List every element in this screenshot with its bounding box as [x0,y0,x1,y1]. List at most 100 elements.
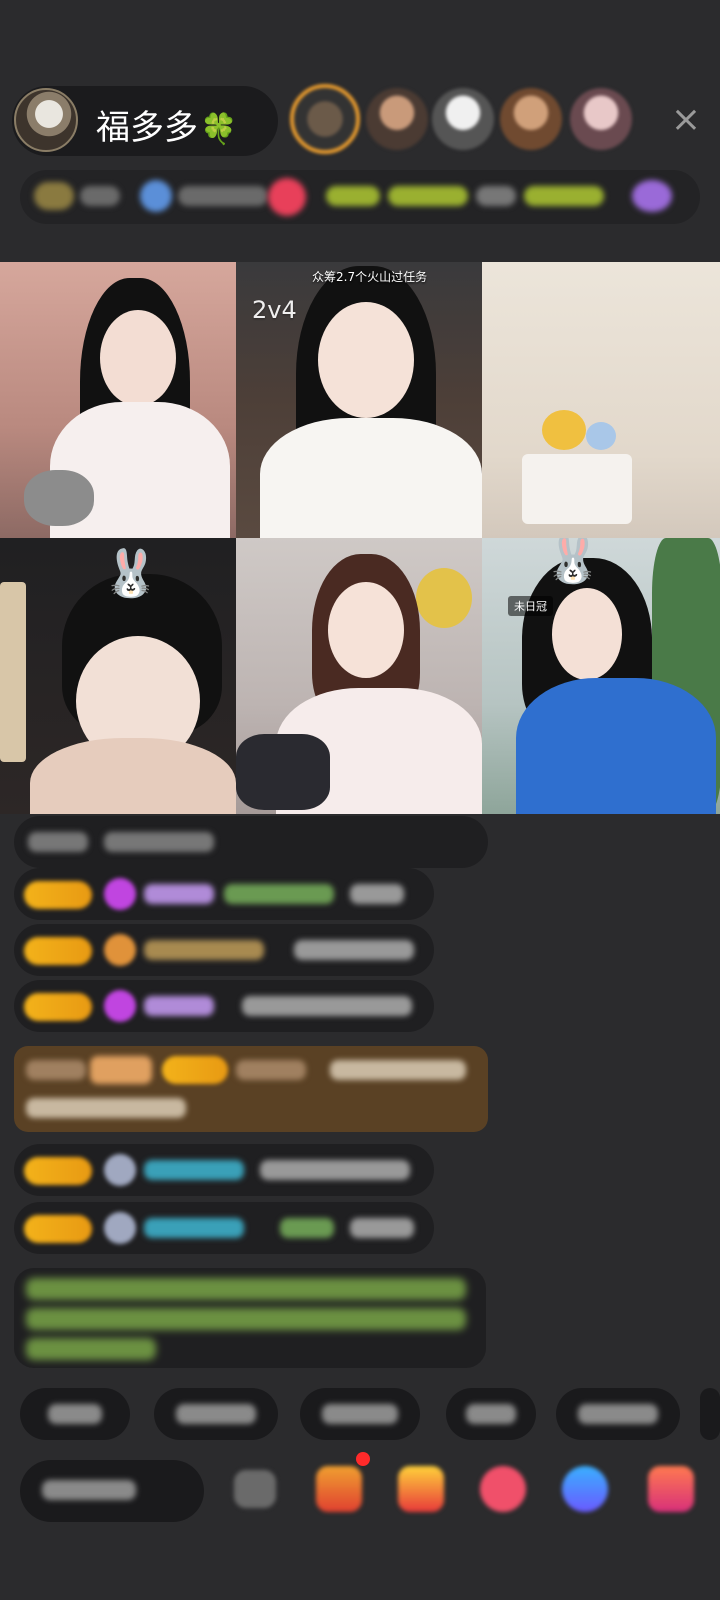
tile4-poster [0,582,26,762]
chat-bubble-icon[interactable] [562,1466,608,1512]
tile2-label: 2v4 [252,296,297,324]
system-message-text [330,1060,466,1080]
host-avatar[interactable] [14,88,78,152]
chat-username [144,884,214,904]
tag-chip-6[interactable] [326,186,380,206]
quick-reply-4[interactable] [446,1388,536,1440]
room-notice [14,1268,486,1368]
quick-reply-1[interactable] [20,1388,130,1440]
more-icon[interactable] [234,1470,276,1508]
tile6-face [552,588,622,680]
host-name: 福多多🍀 [96,100,237,149]
user-avatar-icon [104,1212,136,1244]
tag-chip-3[interactable] [140,180,172,212]
user-avatar-icon [104,1154,136,1186]
chat-message-6-text [280,1218,334,1238]
tile3-plush-toy-2 [586,422,616,450]
top-viewer-avatar-4[interactable] [500,88,562,150]
quick-reply-5[interactable] [556,1388,680,1440]
video-tile-1[interactable] [0,262,236,538]
heart-gift-icon[interactable] [480,1466,526,1512]
quick-reply-1-text [48,1404,102,1424]
notice-line-1 [26,1278,466,1300]
level-badge [24,993,92,1021]
host-info-pill[interactable]: 福多多🍀 [12,86,278,156]
chat-message-4[interactable] [14,980,434,1032]
host-name-text: 福多多 [96,108,198,148]
tile6-badge: 未日冠 [508,596,553,616]
chat-username [144,1218,244,1238]
tag-chip-4[interactable] [178,186,268,206]
chat-message-6-text-2 [350,1218,414,1238]
chat-input-placeholder [42,1480,136,1500]
fan-badge-icon [104,934,136,966]
chat-username [144,940,264,960]
chat-message-3[interactable] [14,924,434,976]
top-viewer-avatar-5[interactable] [570,88,632,150]
quick-reply-5-text [578,1404,658,1424]
tag-chip-9[interactable] [524,186,604,206]
tile2-outfit [260,418,482,538]
chat-input[interactable] [20,1460,204,1522]
quick-reply-3-text [322,1404,398,1424]
tile1-microphone [24,470,94,526]
system-message-name [236,1060,306,1080]
chat-message-1[interactable] [14,816,488,868]
bunny-ears-icon: 🐰 [102,546,160,600]
system-message[interactable] [14,1046,488,1132]
video-tile-3[interactable] [482,262,720,538]
chat-message-3-text [294,940,414,960]
tile5-flowers [416,568,472,628]
chat-message-1-text-2 [104,832,214,852]
system-message-tag [90,1056,152,1084]
chat-message-2-text-2 [350,884,404,904]
tag-chip-7[interactable] [388,186,468,206]
diamond-icon [104,990,136,1022]
close-icon[interactable]: × [668,102,704,138]
video-tile-6[interactable]: 🐰 未日冠 [482,538,720,814]
chat-message-2[interactable] [14,868,434,920]
level-badge [24,881,92,909]
chat-message-6[interactable] [14,1202,434,1254]
fries-gift-icon[interactable] [398,1466,444,1512]
video-tile-5[interactable] [236,538,482,814]
notice-line-3 [26,1338,156,1360]
tile4-shoulder [30,738,236,814]
gift-icon[interactable] [648,1466,694,1512]
quick-reply-4-text [466,1404,516,1424]
top-viewer-avatar-1[interactable] [290,84,360,154]
tile3-plush-toy [542,410,586,450]
quick-reply-2-text [176,1404,256,1424]
chat-message-4-text [242,996,412,1016]
gift-box-icon[interactable] [316,1466,362,1512]
notice-line-2 [26,1308,466,1330]
chat-message-5[interactable] [14,1144,434,1196]
tile2-face [318,302,414,418]
video-grid: 众筹2.7个火山过任务 2v4 🐰 🐰 未日冠 [0,262,720,814]
tag-chip-10[interactable] [632,180,672,212]
top-viewer-avatar-3[interactable] [432,88,494,150]
quick-reply-6[interactable] [700,1388,720,1440]
room-tag-row[interactable] [20,170,700,224]
top-viewer-avatar-2[interactable] [366,88,428,150]
tile6-headband-icon: 🐰 [544,538,602,586]
level-badge [24,937,92,965]
tag-chip-1[interactable] [34,182,74,210]
level-badge [162,1056,228,1084]
tile5-face [328,582,404,678]
quick-reply-2[interactable] [154,1388,278,1440]
tile1-face [100,310,176,406]
level-badge [24,1215,92,1243]
video-tile-4[interactable]: 🐰 [0,538,236,814]
clover-icon: 🍀 [200,112,238,147]
notification-dot [356,1452,370,1466]
tag-chip-8[interactable] [476,186,516,206]
tag-chip-5[interactable] [268,178,306,216]
video-tile-2[interactable]: 众筹2.7个火山过任务 2v4 [236,262,482,538]
chat-username [144,1160,244,1180]
tag-chip-2[interactable] [80,186,120,206]
chat-message-2-text [224,884,334,904]
chat-message-1-text [28,832,88,852]
quick-reply-3[interactable] [300,1388,420,1440]
chat-username [144,996,214,1016]
